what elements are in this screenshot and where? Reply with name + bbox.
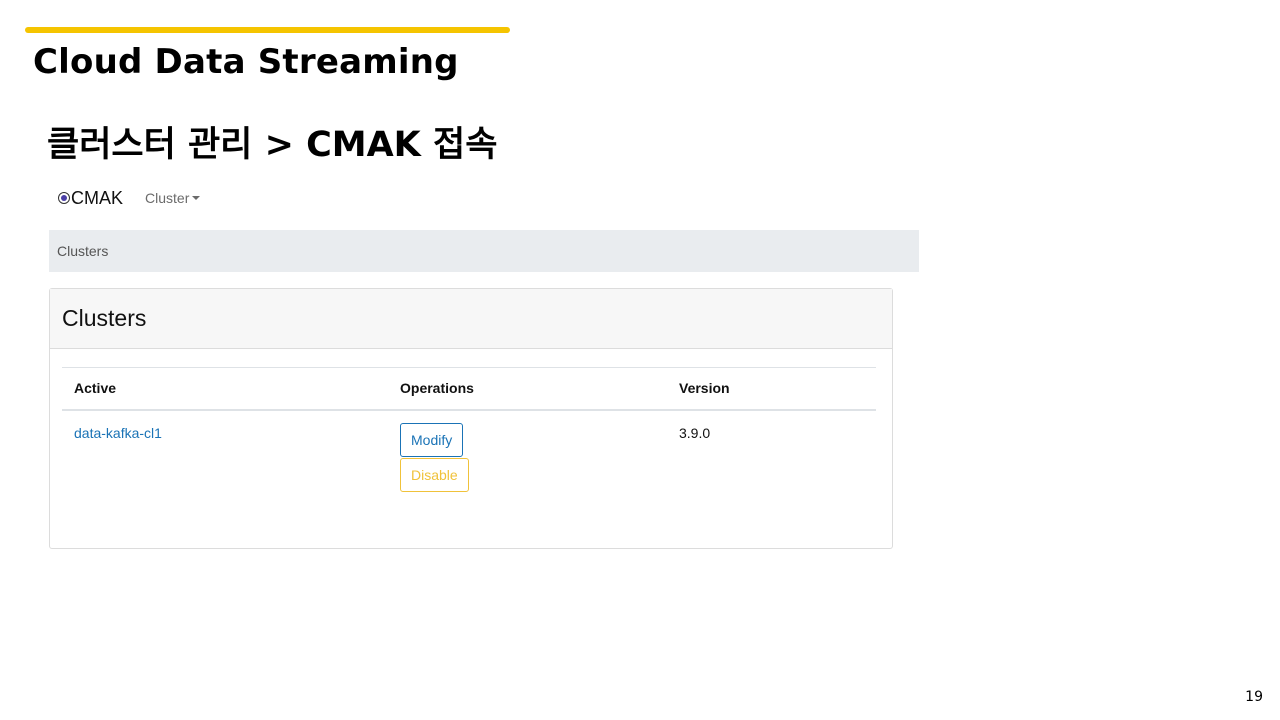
breadcrumb-item-clusters: Clusters — [57, 243, 109, 259]
header-operations: Operations — [400, 380, 474, 397]
slide: Cloud Data Streaming 클러스터 관리 > CMAK 접속 C… — [0, 0, 1280, 720]
cluster-dropdown-label: Cluster — [145, 190, 190, 206]
slide-subtitle: 클러스터 관리 > CMAK 접속 — [47, 125, 498, 165]
cluster-link[interactable]: data-kafka-cl1 — [74, 425, 162, 441]
cmak-logo-icon — [58, 192, 70, 204]
modify-button[interactable]: Modify — [400, 422, 464, 457]
card-header: Clusters — [50, 289, 892, 349]
cmak-brand-label: CMAK — [71, 187, 124, 208]
page-number: 19 — [1245, 689, 1263, 705]
table-header-row: Active Operations Version — [62, 367, 876, 410]
breadcrumb: Clusters — [49, 230, 919, 272]
cmak-brand-link[interactable]: CMAK — [58, 188, 123, 209]
header-active: Active — [74, 380, 117, 397]
cluster-name-cell: data-kafka-cl1 — [62, 410, 388, 500]
disable-button[interactable]: Disable — [400, 457, 469, 492]
slide-title: Cloud Data Streaming — [33, 42, 459, 82]
caret-down-icon — [192, 196, 201, 200]
table-row: data-kafka-cl1 Modify Disable 3.9.0 — [62, 410, 876, 500]
cmak-navbar: CMAK Cluster — [58, 185, 201, 211]
accent-bar — [25, 27, 510, 33]
card-title: Clusters — [62, 305, 147, 331]
operations-cell: Modify Disable — [388, 410, 667, 500]
clusters-card: Clusters Active Operations Version data-… — [49, 288, 893, 549]
cluster-dropdown[interactable]: Cluster — [145, 190, 201, 206]
clusters-table: Active Operations Version data-kafka-cl1… — [62, 367, 876, 500]
version-cell: 3.9.0 — [679, 424, 711, 441]
header-version: Version — [679, 380, 730, 397]
